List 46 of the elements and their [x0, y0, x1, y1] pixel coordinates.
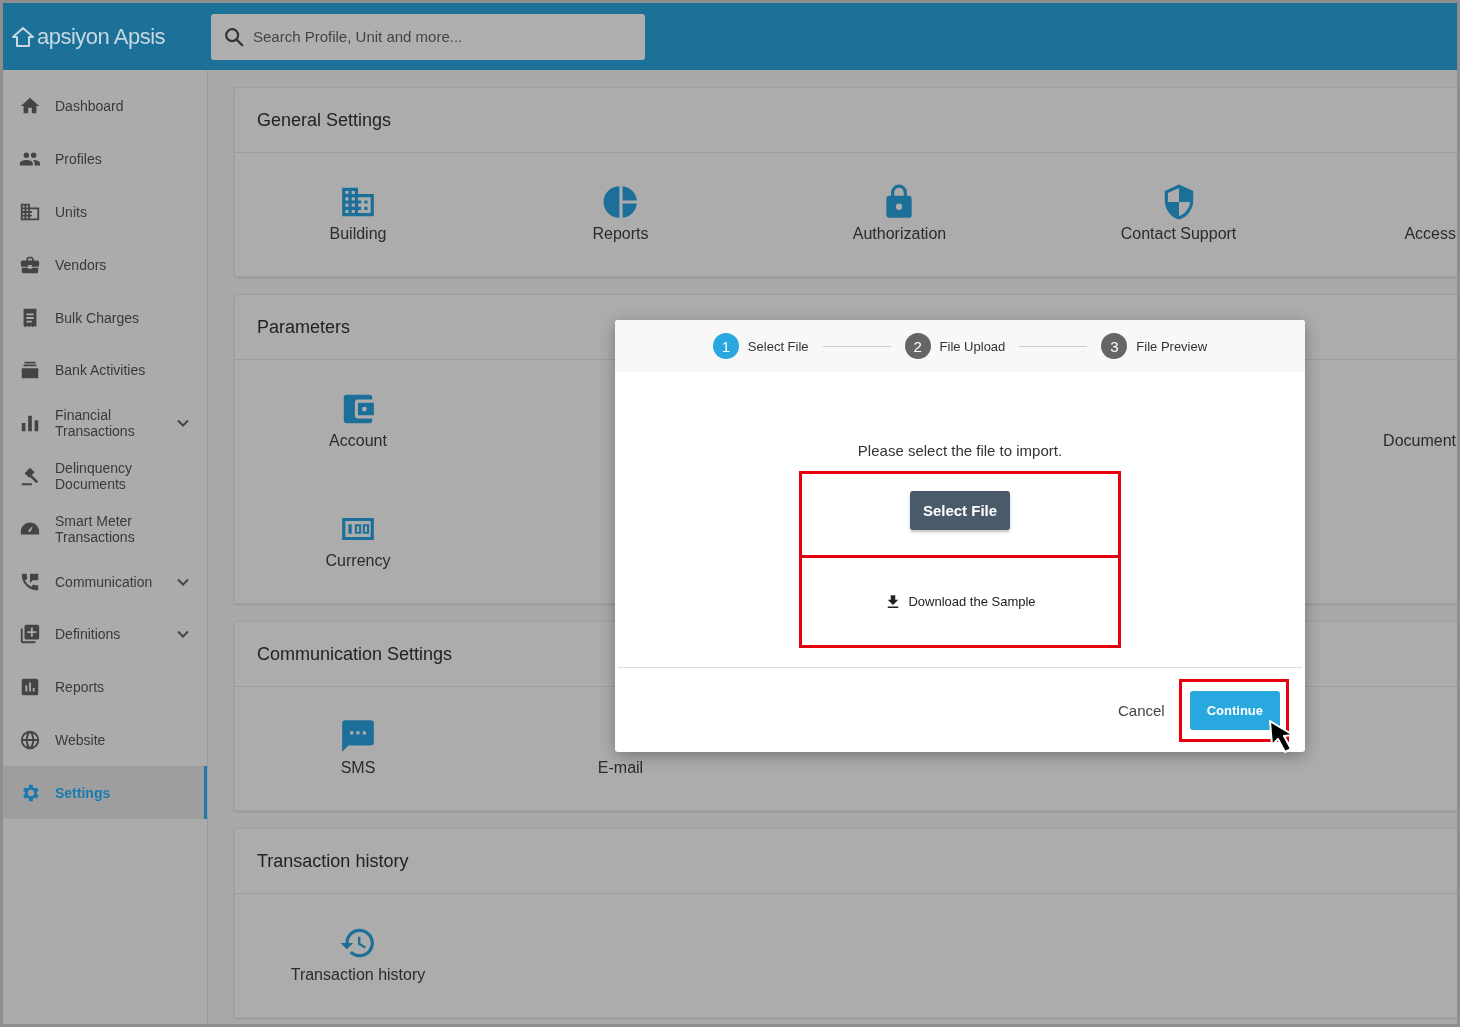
sidebar-item[interactable]: Bulk Charges	[3, 291, 207, 344]
settings-tile[interactable]: Reports	[592, 183, 649, 243]
step-label: File Upload	[939, 338, 1006, 354]
globe-icon	[19, 728, 41, 751]
building-icon	[19, 201, 41, 223]
prompt-text: Please select the file to import.	[857, 442, 1063, 459]
settings-tile[interactable]: Contact Support	[1120, 183, 1237, 243]
sidebar-item[interactable]: Smart Meter Transactions	[3, 502, 207, 556]
section-title: Transaction history	[257, 850, 409, 872]
step[interactable]: 1 Select File	[712, 333, 809, 359]
settings-tile[interactable]: SMS	[339, 717, 377, 777]
sidebar-item[interactable]: Reports	[3, 660, 207, 714]
settings-tile[interactable]: Building	[329, 183, 387, 243]
addbox-icon	[19, 623, 41, 646]
step-label: File Preview	[1136, 338, 1208, 354]
step-number: 1	[712, 333, 739, 359]
settings-tile[interactable]: Document	[1383, 390, 1456, 450]
download-link[interactable]: Download the Sample	[884, 592, 1036, 611]
settings-tile[interactable]: Authorization	[852, 183, 947, 243]
section-title: Communication Settings	[257, 643, 453, 665]
sidebar-item[interactable]: Bank Activities	[3, 344, 207, 397]
section-title: Parameters	[257, 316, 351, 338]
sidebar-item[interactable]: Communication	[3, 555, 207, 608]
search-field[interactable]: Search Profile, Unit and more...	[211, 13, 645, 60]
cancel-button[interactable]: Cancel	[1111, 695, 1171, 725]
sidebar-item[interactable]: Units	[3, 185, 207, 239]
sidebar-item[interactable]: Delinquency Documents	[3, 449, 207, 503]
step-number: 2	[904, 333, 931, 359]
sidebar-item[interactable]: Financial Transactions	[3, 396, 207, 450]
step-number: 3	[1101, 333, 1128, 359]
sidebar-item[interactable]: Vendors	[3, 238, 207, 292]
settings-tile[interactable]: Access	[1404, 183, 1456, 243]
step-label: Select File	[747, 338, 809, 354]
sidebar-item[interactable]: Profiles	[3, 132, 207, 186]
sidebar-item[interactable]: Dashboard	[3, 80, 207, 133]
settings-tile[interactable]: Transaction history	[290, 924, 426, 984]
settings-tile[interactable]: Account	[329, 390, 387, 450]
step[interactable]: 2 File Upload	[904, 333, 1006, 359]
pie-icon	[601, 183, 640, 221]
logo[interactable]: apsiyon Apsis	[3, 23, 211, 50]
sidebar-item[interactable]: Definitions	[3, 607, 207, 661]
section-title: General Settings	[257, 109, 392, 131]
select-file-button[interactable]: Select File	[909, 491, 1011, 530]
settings-tile[interactable]: Currency	[325, 510, 391, 570]
step[interactable]: 3 File Preview	[1101, 333, 1208, 359]
sidebar-item[interactable]: Website	[3, 713, 207, 767]
